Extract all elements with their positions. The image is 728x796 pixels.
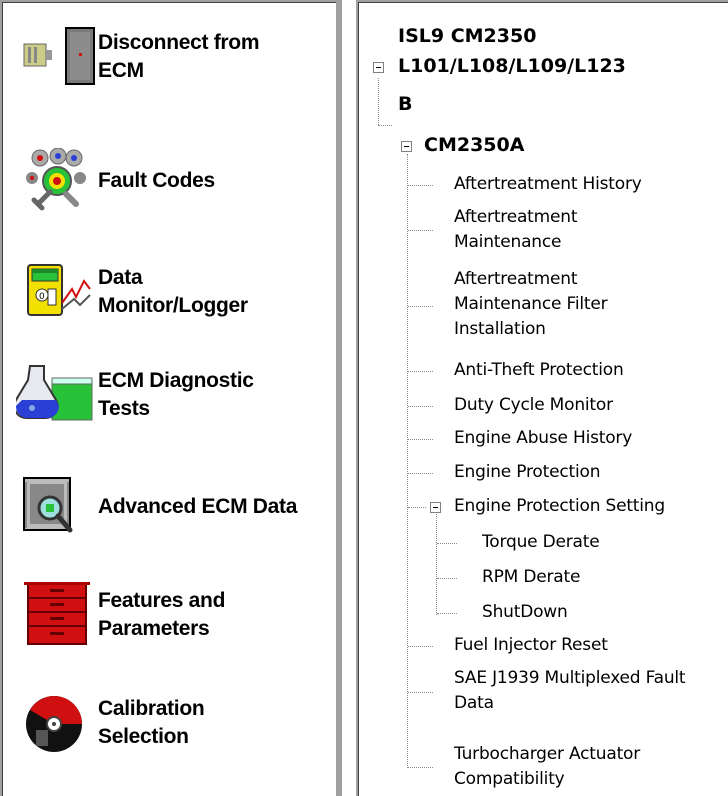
features-and-parameters-button[interactable]: Features and Parameters [16, 582, 336, 648]
tree-root-label[interactable]: ISL9 CM2350 [398, 22, 536, 50]
root-collapse-toggle[interactable] [373, 62, 384, 73]
fault-codes-icon [16, 147, 98, 214]
tree-node-duty-cycle-monitor[interactable]: Duty Cycle Monitor [454, 393, 724, 418]
engine-protection-setting-toggle[interactable] [430, 502, 441, 513]
tree-node-rpm-derate[interactable]: RPM Derate [482, 565, 580, 590]
tree-node-aftertreatment-history[interactable]: Aftertreatment History [454, 172, 724, 197]
disconnect-icon [16, 24, 98, 90]
toolbox-icon [16, 582, 98, 648]
svg-text:0: 0 [39, 292, 45, 302]
data-monitor-icon: 0 [16, 259, 98, 325]
ecm-diagnostic-tests-button[interactable]: ECM Diagnostic Tests [13, 362, 336, 428]
tree-root-label-line3[interactable]: B [398, 90, 412, 118]
tree-node-fuel-injector-reset[interactable]: Fuel Injector Reset [454, 633, 724, 658]
navigation-panel: Disconnect from ECM Fault Codes 0 Data M… [0, 0, 342, 796]
ecm-collapse-toggle[interactable] [401, 141, 412, 152]
advanced-data-icon [16, 474, 98, 540]
tree-node-aftertreatment-maintenance[interactable]: Aftertreatment Maintenance [454, 205, 654, 255]
tree-node-engine-abuse-history[interactable]: Engine Abuse History [454, 426, 724, 451]
calibration-disc-icon [16, 690, 98, 756]
data-monitor-logger-button[interactable]: 0 Data Monitor/Logger [16, 259, 336, 325]
calibration-selection-button[interactable]: Calibration Selection [16, 690, 336, 756]
tree-node-sae-j1939-fault-data[interactable]: SAE J1939 Multiplexed Fault Data [454, 666, 704, 716]
advanced-ecm-data-button[interactable]: Advanced ECM Data [16, 474, 336, 540]
diagnostic-flask-icon [13, 362, 98, 428]
tree-node-torque-derate[interactable]: Torque Derate [482, 530, 600, 555]
tree-ecm-node[interactable]: CM2350A [424, 131, 524, 159]
tree-node-engine-protection-setting[interactable]: Engine Protection Setting [454, 494, 728, 519]
tree-node-aftertreatment-filter-installation[interactable]: Aftertreatment Maintenance Filter Instal… [454, 267, 679, 342]
tree-node-shutdown[interactable]: ShutDown [482, 600, 568, 625]
tree-root-label-line2[interactable]: L101/L108/L109/L123 [398, 52, 626, 80]
fault-codes-button[interactable]: Fault Codes [16, 147, 336, 214]
ecm-tree-panel: ISL9 CM2350 L101/L108/L109/L123 B CM2350… [356, 0, 728, 796]
tree-node-engine-protection[interactable]: Engine Protection [454, 460, 724, 485]
disconnect-from-ecm-button[interactable]: Disconnect from ECM [16, 24, 336, 90]
tree-node-turbocharger-actuator-compatibility[interactable]: Turbocharger Actuator Compatibility [454, 742, 704, 792]
tree-node-anti-theft-protection[interactable]: Anti-Theft Protection [454, 358, 724, 383]
